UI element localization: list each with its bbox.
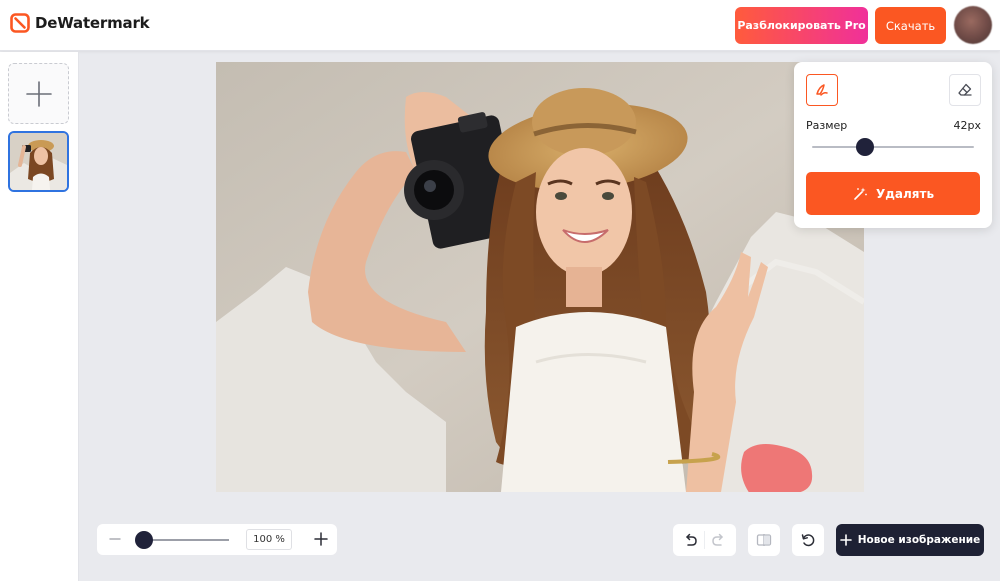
zoom-slider-handle[interactable] xyxy=(135,531,153,549)
new-image-label: Новое изображение xyxy=(857,534,981,546)
redo-button[interactable] xyxy=(711,532,727,548)
reset-button[interactable] xyxy=(792,524,824,556)
logo-text: DeWatermark xyxy=(35,14,150,32)
dewatermark-logo-icon xyxy=(10,13,30,33)
undo-button[interactable] xyxy=(682,532,698,548)
download-button[interactable]: Скачать xyxy=(875,7,946,44)
brush-size-slider-handle[interactable] xyxy=(856,138,875,156)
plus-icon xyxy=(314,532,328,546)
brush-tool-button[interactable] xyxy=(806,74,838,106)
reset-icon xyxy=(801,534,815,547)
image-thumbnail[interactable] xyxy=(8,131,69,192)
undo-redo-group xyxy=(673,524,736,556)
remove-button-label: Удалять xyxy=(875,186,935,201)
unlock-pro-button[interactable]: Разблокировать Pro xyxy=(735,7,868,44)
plus-icon xyxy=(839,534,852,546)
undo-redo-divider xyxy=(704,531,705,549)
brush-panel: Размер 42px Удалять xyxy=(794,62,992,228)
image-sidebar xyxy=(0,52,79,581)
minus-icon xyxy=(109,538,121,540)
photo-woman-with-camera xyxy=(216,62,864,492)
logo[interactable]: DeWatermark xyxy=(10,13,150,33)
zoom-value[interactable]: 100 % xyxy=(246,529,292,550)
editor-canvas[interactable] xyxy=(216,62,864,492)
compare-button[interactable] xyxy=(748,524,780,556)
add-image-button[interactable] xyxy=(8,63,69,124)
brush-size-value: 42px xyxy=(953,119,982,132)
undo-icon xyxy=(686,533,697,546)
app-header: DeWatermark Разблокировать Pro Скачать xyxy=(0,0,1000,51)
thumbnail-photo xyxy=(10,133,67,190)
zoom-out-button[interactable] xyxy=(105,529,125,549)
plus-icon xyxy=(25,80,52,107)
zoom-in-button[interactable] xyxy=(311,529,331,549)
brush-size-slider-track[interactable] xyxy=(812,146,974,148)
eraser-tool-button[interactable] xyxy=(949,74,981,106)
redo-icon xyxy=(712,533,723,546)
magic-wand-icon xyxy=(854,187,867,200)
avatar[interactable] xyxy=(954,6,992,44)
remove-watermark-button[interactable]: Удалять xyxy=(806,172,980,215)
eraser-icon xyxy=(958,83,972,96)
zoom-slider-track[interactable] xyxy=(143,539,229,541)
brush-icon xyxy=(816,84,828,96)
compare-icon xyxy=(756,534,772,546)
brush-size-label: Размер xyxy=(806,119,848,132)
new-image-button[interactable]: Новое изображение xyxy=(836,524,984,556)
zoom-bar: 100 % xyxy=(97,524,337,555)
